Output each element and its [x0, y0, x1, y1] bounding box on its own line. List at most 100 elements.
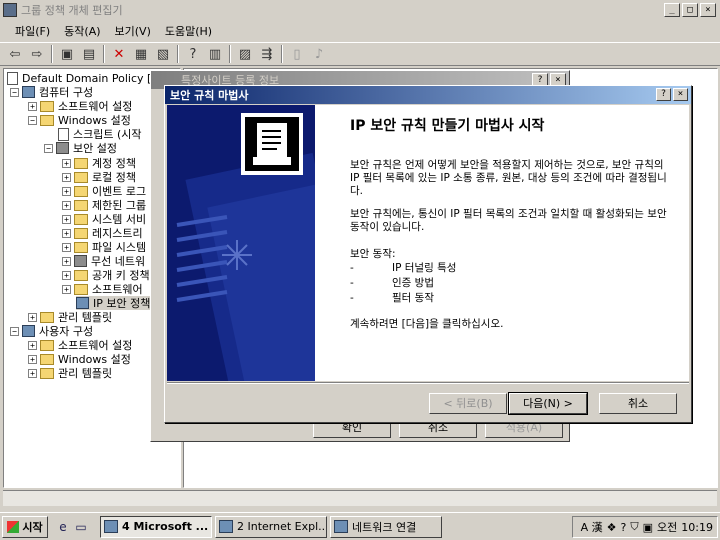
menu-action[interactable]: 동작(A): [57, 23, 107, 39]
network-icon: [334, 520, 348, 533]
refresh-icon[interactable]: ▧: [152, 44, 174, 64]
assign-icon[interactable]: ▯: [286, 44, 308, 64]
tree-item-user-windows-settings[interactable]: + Windows 설정: [28, 352, 131, 366]
antenna-icon: [74, 255, 87, 267]
taskbar-item-network-connections[interactable]: 네트워크 연결: [330, 515, 442, 538]
collapse-icon[interactable]: −: [10, 87, 19, 97]
expand-icon[interactable]: +: [62, 270, 71, 280]
menu-file[interactable]: 파일(F): [8, 23, 57, 39]
expand-icon[interactable]: +: [62, 256, 71, 266]
wizard-banner-graphic: [167, 105, 315, 381]
cancel-button[interactable]: 취소: [599, 393, 677, 414]
tree-item-user-software-settings[interactable]: + 소프트웨어 설정: [28, 338, 132, 352]
collapse-icon[interactable]: −: [10, 326, 19, 336]
menu-help[interactable]: 도움말(H): [158, 23, 219, 39]
folder-icon: [74, 269, 88, 281]
add-rule-icon[interactable]: ⇶: [256, 44, 278, 64]
expand-icon[interactable]: +: [28, 340, 37, 350]
clock[interactable]: 10:19: [681, 521, 713, 534]
tree-item-ip-security[interactable]: IP 보안 정책: [76, 296, 151, 310]
up-folder-icon[interactable]: ▣: [56, 44, 78, 64]
unassign-icon[interactable]: ♪: [308, 44, 330, 64]
console-icon[interactable]: ▥: [204, 44, 226, 64]
security-rule-wizard: 보안 규칙 마법사 ? × IP 보안 규칙 만들기 마법사 시작 보안 규칙은…: [164, 85, 692, 423]
list-item: - 필터 동작: [350, 292, 434, 304]
internet-explorer-icon[interactable]: e: [54, 518, 72, 536]
tree-item-security-settings[interactable]: − 보안 설정: [44, 141, 117, 155]
system-tray: A 漢 ❖ ? ⛉ ▣ 오전 10:19: [571, 516, 718, 538]
tree-item-account-policy[interactable]: + 계정 정책: [62, 156, 136, 170]
collapse-icon[interactable]: −: [28, 115, 37, 125]
ime-indicator[interactable]: A 漢: [581, 519, 603, 535]
tree-item-user-admin-templates[interactable]: + 관리 템플릿: [28, 366, 112, 380]
expand-icon[interactable]: +: [62, 228, 71, 238]
expand-icon[interactable]: +: [28, 368, 37, 378]
tree-item-scripts[interactable]: 스크립트 (시작: [58, 127, 142, 141]
expand-icon[interactable]: +: [62, 172, 71, 182]
delete-icon[interactable]: ✕: [108, 44, 130, 64]
group-window-icon: [104, 520, 118, 533]
tree-item-file-system[interactable]: + 파일 시스템: [62, 240, 146, 254]
ime-tool-icon[interactable]: ❖: [607, 521, 617, 534]
expand-icon[interactable]: +: [62, 200, 71, 210]
help-icon[interactable]: ?: [656, 88, 671, 101]
expand-icon[interactable]: +: [62, 186, 71, 196]
close-icon[interactable]: ×: [673, 88, 688, 101]
tree-item-computer[interactable]: − 컴퓨터 구성: [10, 85, 93, 99]
next-button[interactable]: 다음(N) >: [508, 392, 588, 415]
tree-item-wireless[interactable]: + 무선 네트워: [62, 254, 145, 268]
horizontal-scrollbar[interactable]: [3, 490, 717, 506]
expand-icon[interactable]: +: [62, 214, 71, 224]
tree-item-software-restriction[interactable]: + 소프트웨어: [62, 282, 143, 296]
tree-item-local-policy[interactable]: + 로컬 정책: [62, 170, 136, 184]
show-tree-icon[interactable]: ▤: [78, 44, 100, 64]
help-tray-icon[interactable]: ?: [621, 521, 627, 534]
minimize-button[interactable]: _: [664, 3, 680, 17]
expand-icon[interactable]: +: [62, 284, 71, 294]
tree-item-admin-templates[interactable]: + 관리 템플릿: [28, 310, 112, 324]
taskbar-item-internet-explorer[interactable]: 2 Internet Expl...: [215, 515, 327, 538]
script-icon: [58, 127, 69, 141]
tree-item-registry[interactable]: + 레지스트리: [62, 226, 143, 240]
tree-item-public-key[interactable]: + 공개 키 정책: [62, 268, 150, 282]
folder-icon: [40, 114, 54, 126]
forward-arrow-icon[interactable]: ⇨: [26, 44, 48, 64]
close-button[interactable]: ×: [700, 3, 716, 17]
start-button[interactable]: 시작: [2, 515, 48, 538]
folder-icon: [74, 283, 88, 295]
wizard-content: IP 보안 규칙 만들기 마법사 시작 보안 규칙은 언제 어떻게 보안을 적용…: [315, 105, 689, 381]
tree-item-software-settings[interactable]: + 소프트웨어 설정: [28, 99, 132, 113]
continue-instruction: 계속하려면 [다음]을 클릭하십시오.: [350, 318, 504, 330]
wizard-heading: IP 보안 규칙 만들기 마법사 시작: [350, 118, 545, 134]
tree-item-user[interactable]: − 사용자 구성: [10, 324, 93, 338]
folder-icon: [74, 199, 88, 211]
expand-icon[interactable]: +: [62, 242, 71, 252]
folder-icon: [40, 353, 54, 365]
tree-item-restricted-groups[interactable]: + 제한된 그룹: [62, 198, 146, 212]
tree-item-root[interactable]: Default Domain Policy [I: [7, 71, 155, 85]
properties-icon[interactable]: ▦: [130, 44, 152, 64]
expand-icon[interactable]: +: [28, 101, 37, 111]
tree-item-event-log[interactable]: + 이벤트 로그: [62, 184, 146, 198]
computer-icon: [22, 86, 35, 98]
expand-icon[interactable]: +: [28, 354, 37, 364]
shield-icon[interactable]: ⛉: [630, 520, 638, 534]
tree-item-windows-settings[interactable]: − Windows 설정: [28, 113, 131, 127]
expand-icon[interactable]: +: [28, 312, 37, 322]
back-arrow-icon[interactable]: ⇦: [4, 44, 26, 64]
collapse-icon[interactable]: −: [44, 143, 53, 153]
folder-icon: [74, 157, 88, 169]
maximize-button[interactable]: □: [682, 3, 698, 17]
taskbar-item-microsoft[interactable]: 4 Microsoft ...: [100, 515, 212, 538]
menu-view[interactable]: 보기(V): [108, 23, 158, 39]
back-button[interactable]: < 뒤로(B): [429, 393, 507, 414]
expand-icon[interactable]: +: [62, 158, 71, 168]
window-title: 그룹 정책 개체 편집기: [21, 4, 123, 17]
manage-filters-icon[interactable]: ▨: [234, 44, 256, 64]
help-icon[interactable]: ?: [182, 44, 204, 64]
tree-item-system-services[interactable]: + 시스템 서비: [62, 212, 146, 226]
network-tray-icon[interactable]: ▣: [643, 521, 653, 534]
show-desktop-icon[interactable]: ▭: [72, 518, 90, 536]
list-item: - 인증 방법: [350, 277, 434, 289]
user-icon: [22, 325, 35, 337]
